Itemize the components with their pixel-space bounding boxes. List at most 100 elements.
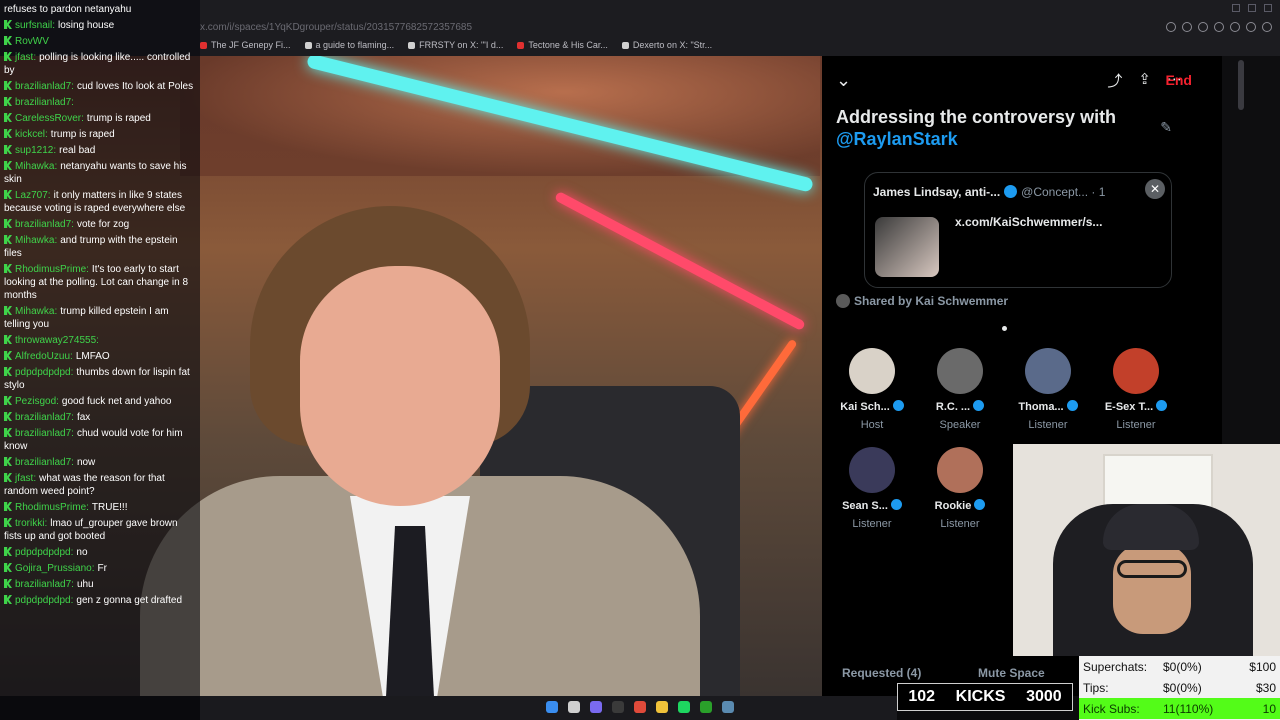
maximize-icon[interactable] [1248,4,1256,12]
bookmark-label: Dexerto on X: "Str... [632,40,713,50]
avatar[interactable] [1025,348,1071,394]
chat-username[interactable]: Mihawka: [15,161,57,172]
requested-button[interactable]: Requested (4) [842,666,921,680]
participant-name-row: E-Sex T... [1092,400,1180,413]
kick-badge-icon [4,264,12,273]
chat-username[interactable]: brazilianlad7: [15,97,74,108]
steam-icon[interactable] [722,701,734,713]
tips-label: Tips: [1083,680,1109,695]
participant[interactable]: Thoma... Listener [1004,348,1092,431]
chat-username[interactable]: Laz707: [15,190,51,201]
windows-start-icon[interactable] [546,701,558,713]
chat-username[interactable]: AlfredoUzuu: [15,351,73,362]
chat-username[interactable]: RovWV [15,36,49,47]
chat-username[interactable]: throwaway274555: [15,335,99,346]
avatar[interactable] [1113,348,1159,394]
streamer-glasses [1117,560,1187,578]
kick-badge-icon [4,36,12,45]
chat-username[interactable]: brazilianlad7: [15,428,74,439]
kick-badge-icon [4,52,12,61]
chat-text: good fuck net and yahoo [61,396,172,407]
chat-username[interactable]: brazilianlad7: [15,81,74,92]
chat-username[interactable]: Mihawka: [15,235,57,246]
bookmark-item[interactable]: a guide to flaming... [304,40,395,50]
chat-message: Mihawka: trump killed epstein I am tellin… [4,305,196,331]
minimize-space-icon[interactable]: ⤴ [1107,70,1122,91]
share-icon[interactable]: ⇪ [1138,70,1151,91]
end-space-button[interactable]: End [1166,72,1192,88]
participant[interactable]: E-Sex T... Listener [1092,348,1180,431]
avatar[interactable] [849,447,895,493]
chat-username[interactable]: sup1212: [15,145,56,156]
chat-username[interactable]: surfsnail: [15,20,55,31]
bookmark-item[interactable]: Tectone & His Car... [517,40,608,50]
participant[interactable]: Kai Sch... Host [828,348,916,431]
space-title-mention[interactable]: @RaylanStark [836,129,958,149]
mute-space-button[interactable]: Mute Space [978,666,1045,680]
chat-username[interactable]: pdpdpdpdpd: [15,595,73,606]
chat-username[interactable]: RhodimusPrime: [15,264,89,275]
avatar[interactable] [937,348,983,394]
xbox-icon[interactable] [700,701,712,713]
star-icon[interactable] [1198,22,1208,32]
chat-username[interactable]: CarelessRover: [15,113,84,124]
folder-icon[interactable] [656,701,668,713]
chat-username[interactable]: brazilianlad7: [15,579,74,590]
chrome-icon[interactable] [634,701,646,713]
shield-icon[interactable] [1214,22,1224,32]
zoom-icon[interactable] [1166,22,1176,32]
participant[interactable]: R.C. ... Speaker [916,348,1004,431]
participant[interactable]: Rookie Listener [916,447,1004,530]
avatar[interactable] [937,447,983,493]
pager-dot [1002,326,1007,331]
chat-username[interactable]: Pezisgod: [15,396,59,407]
space-title: Addressing the controversy with @RaylanS… [836,106,1156,150]
discord-icon[interactable] [590,701,602,713]
download-icon[interactable] [1246,22,1256,32]
bookmark-item[interactable]: The JF Genepy Fi... [200,40,291,50]
chat-username[interactable]: RhodimusPrime: [15,502,89,513]
chat-message: CarelessRover: trump is raped [4,112,196,125]
chat-username[interactable]: trorikki: [15,518,47,529]
chat-username[interactable]: pdpdpdpdpd: [15,367,73,378]
search-icon[interactable] [568,701,580,713]
address-bar[interactable]: x.com/i/spaces/1YqKDgrouper/status/20315… [200,22,472,33]
pinned-tweet-card[interactable]: James Lindsay, anti-... @Concept... · 1 ✕… [864,172,1172,288]
extension-icon[interactable] [1230,22,1240,32]
chevron-down-icon[interactable]: ⌄ [836,70,851,91]
avatar[interactable] [849,348,895,394]
chat-message: RovWV [4,35,196,48]
chat-username[interactable]: brazilianlad7: [15,457,74,468]
tweet-link[interactable]: x.com/KaiSchwemmer/s... [955,215,1102,229]
bookmark-item[interactable]: FRRSTY on X: "'I d... [408,40,503,50]
share-icon[interactable] [1182,22,1192,32]
obs-icon[interactable] [612,701,624,713]
participant-name: Sean S... [842,500,888,512]
edit-icon[interactable]: ✎ [1160,120,1172,136]
chat-username[interactable]: pdpdpdpdpd: [15,547,73,558]
kick-badge-icon [4,81,12,90]
minimize-icon[interactable] [1232,4,1240,12]
chat-username[interactable]: kickcel: [15,129,48,140]
participant-name-row: Kai Sch... [828,400,916,413]
chat-message: Mihawka: and trump with the epstein files [4,234,196,260]
chat-username[interactable]: Mihawka: [15,306,57,317]
chat-username[interactable]: jfast: [15,473,36,484]
tips-goal: $30 [1255,680,1276,695]
scrollbar-thumb[interactable] [1238,60,1244,110]
chat-message: brazilianlad7: vote for zog [4,218,196,231]
close-icon[interactable]: ✕ [1145,179,1165,199]
close-icon[interactable] [1264,4,1272,12]
spotify-icon[interactable] [678,701,690,713]
participant[interactable]: Sean S... Listener [828,447,916,530]
bookmark-favicon-icon [304,42,312,50]
kicks-counter: 102 KICKS 3000 [897,683,1073,711]
chat-username[interactable]: jfast: [15,52,36,63]
chat-username[interactable]: brazilianlad7: [15,412,74,423]
kick-badge-icon [4,412,12,421]
menu-icon[interactable] [1262,22,1272,32]
bookmark-label: a guide to flaming... [315,40,395,50]
chat-username[interactable]: brazilianlad7: [15,219,74,230]
chat-username[interactable]: Gojira_Prussiano: [15,563,94,574]
bookmark-item[interactable]: Dexerto on X: "Str... [621,40,713,50]
